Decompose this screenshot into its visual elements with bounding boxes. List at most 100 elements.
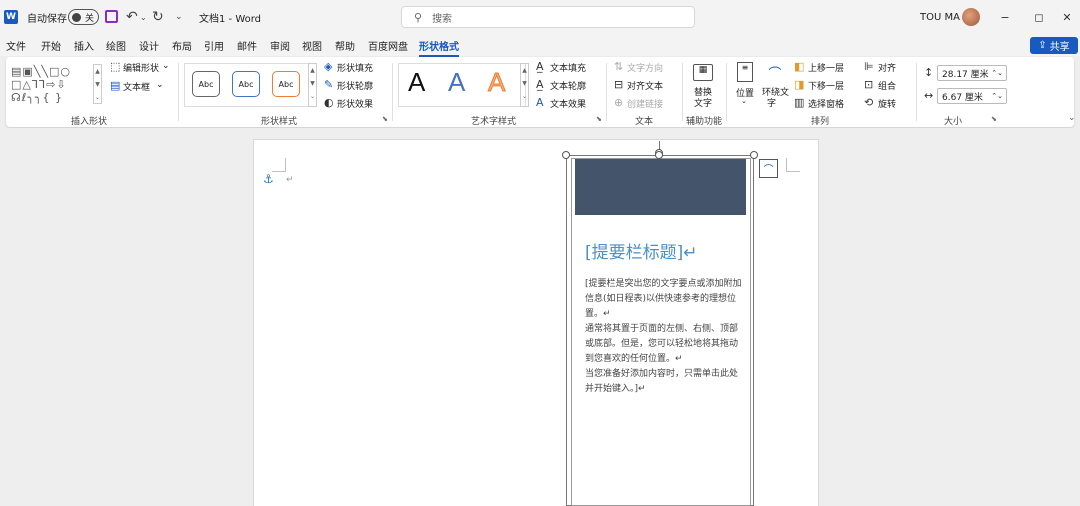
shape-outline-icon: ✎ <box>324 78 334 91</box>
wrap-text-icon: ⌒ <box>768 67 782 82</box>
text-box-button[interactable]: 文本框 <box>123 80 150 93</box>
separator <box>682 63 683 121</box>
text-effects-button[interactable]: 文本效果 <box>550 97 586 110</box>
group-label-size: 大小 <box>944 117 963 127</box>
avatar[interactable] <box>962 8 980 26</box>
app-letter: W <box>6 12 16 22</box>
separator <box>606 63 607 121</box>
tab-design[interactable]: 设计 <box>139 38 159 53</box>
align-button[interactable]: 对齐 <box>878 61 896 74</box>
resize-handle-top-left[interactable] <box>562 151 570 159</box>
paragraph-mark: ↵ <box>286 175 294 185</box>
position-icon: ≡ <box>737 62 753 82</box>
tab-references[interactable]: 引用 <box>204 38 224 53</box>
selection-pane-button[interactable]: 选择窗格 <box>808 97 844 110</box>
align-text-button[interactable]: 对齐文本 <box>627 79 663 92</box>
resize-handle-top-right[interactable] <box>750 151 758 159</box>
tab-view[interactable]: 视图 <box>302 38 322 53</box>
search-placeholder: 搜索 <box>432 13 453 25</box>
shape-fill-button[interactable]: 形状填充 <box>337 61 373 74</box>
tab-insert[interactable]: 插入 <box>74 38 94 53</box>
shape-row-2: □△⅂⅂⇨⇩ <box>11 78 67 91</box>
redo-icon[interactable]: ↻ <box>152 0 164 34</box>
sidebar-body[interactable]: [提要栏是突出您的文字要点或添加附加信息(如日程表)以供快速参考的理想位置。↵ … <box>585 277 745 397</box>
tab-mailings[interactable]: 邮件 <box>237 38 257 53</box>
toggle-knob <box>72 12 81 22</box>
text-outline-button[interactable]: 文本轮廓 <box>550 79 586 92</box>
align-text-icon: ⊟ <box>614 78 624 91</box>
close-button[interactable]: ✕ <box>1052 0 1080 34</box>
maximize-button[interactable]: ◻ <box>1024 0 1054 34</box>
wordart-style-1[interactable]: A <box>408 67 425 98</box>
shape-outline-button[interactable]: 形状轮廓 <box>337 79 373 92</box>
wordart-launcher-icon[interactable]: ⬊ <box>596 115 602 123</box>
resize-handle-top-center[interactable] <box>655 151 663 159</box>
group-label-text: 文本 <box>635 117 654 127</box>
shape-style-1[interactable]: Abc <box>192 71 220 97</box>
size-launcher-icon[interactable]: ⬊ <box>991 115 997 123</box>
layout-options-icon[interactable]: ⌒ <box>759 159 778 178</box>
tab-layout[interactable]: 布局 <box>172 38 192 53</box>
bring-forward-button[interactable]: 上移一层 <box>808 61 844 74</box>
shape-gallery-scroll[interactable]: ▲ ▼ ⌄ <box>93 64 102 104</box>
user-name[interactable]: TOU MA <box>920 0 960 34</box>
wrap-text-label-2[interactable]: 字 <box>767 96 776 109</box>
title-bar: W 自动保存 关 ↶ ⌄ ↻ ⌄ 文档1 - Word ⚲ 搜索 TOU MA … <box>0 0 1080 34</box>
shape-styles-launcher-icon[interactable]: ⬊ <box>382 115 388 123</box>
shape-height-input[interactable]: 28.17 厘米 ⌃⌄ <box>937 65 1007 81</box>
autosave-state: 关 <box>85 13 95 24</box>
tab-home[interactable]: 开始 <box>41 38 61 53</box>
position-dropdown-icon[interactable]: ⌄ <box>741 97 747 105</box>
tab-help[interactable]: 帮助 <box>335 38 355 53</box>
edit-shape-button[interactable]: 编辑形状 <box>123 61 159 74</box>
tab-shape-format[interactable]: 形状格式 <box>419 38 459 57</box>
tab-baidu-netdisk[interactable]: 百度网盘 <box>368 38 408 53</box>
undo-dropdown-icon[interactable]: ⌄ <box>140 0 147 34</box>
group-label-wordart: 艺术字样式 <box>471 117 517 127</box>
shape-style-3[interactable]: Abc <box>272 71 300 97</box>
text-effects-icon: A <box>536 96 544 109</box>
selection-pane-icon: ▥ <box>794 96 805 109</box>
shape-style-scroll[interactable]: ▲ ▼ ⌄ <box>308 63 317 107</box>
wordart-style-2[interactable]: A <box>448 67 465 98</box>
wordart-scroll[interactable]: ▲ ▼ ⌄ <box>520 63 529 107</box>
autosave-toggle[interactable]: 关 <box>68 9 99 25</box>
tab-review[interactable]: 审阅 <box>270 38 290 53</box>
sidebar-paragraph: [提要栏是突出您的文字要点或添加附加信息(如日程表)以供快速参考的理想位置。↵ <box>585 279 742 319</box>
search-input[interactable]: ⚲ 搜索 <box>401 6 695 28</box>
separator <box>178 63 179 121</box>
group-button[interactable]: 组合 <box>878 79 896 92</box>
text-box-icon: ▤ <box>110 79 121 92</box>
anchor-icon[interactable]: ⚓ <box>263 172 274 186</box>
alt-text-label-2[interactable]: 文字 <box>694 96 712 109</box>
height-spinner-icon[interactable]: ⌃⌄ <box>991 69 1003 77</box>
ribbon: ▤▣╲╲□○ □△⅂⅂⇨⇩ ☊ℓ╮╮{ } ▲ ▼ ⌄ ⬚ 编辑形状 ⌄ ▤ 文本框… <box>6 57 1076 127</box>
text-fill-button[interactable]: 文本填充 <box>550 61 586 74</box>
save-icon[interactable] <box>105 10 118 23</box>
wordart-style-3[interactable]: A <box>487 67 505 98</box>
share-button[interactable]: ⇪ 共享 <box>1030 37 1078 54</box>
send-backward-button[interactable]: 下移一层 <box>808 79 844 92</box>
minimize-button[interactable]: − <box>990 0 1020 34</box>
collapse-ribbon-icon[interactable]: ⌄ <box>1068 113 1076 123</box>
sidebar-title[interactable]: [提要栏标题]↵ <box>585 238 698 263</box>
shape-width-value: 6.67 厘米 <box>942 92 983 103</box>
width-spinner-icon[interactable]: ⌃⌄ <box>991 92 1003 100</box>
sidebar-paragraph: 当您准备好添加内容时，只需单击此处并开始键入。]↵ <box>585 369 739 394</box>
shape-width-icon: ↔ <box>924 89 934 102</box>
separator <box>726 63 727 121</box>
shape-style-2[interactable]: Abc <box>232 71 260 97</box>
undo-icon[interactable]: ↶ <box>126 0 138 34</box>
tab-draw[interactable]: 绘图 <box>106 38 126 53</box>
share-icon: ⇪ <box>1038 40 1047 51</box>
rotate-button[interactable]: 旋转 <box>878 97 896 110</box>
customize-qat-icon[interactable]: ⌄ <box>175 0 183 34</box>
document-title: 文档1 - Word <box>199 13 262 25</box>
edit-shape-dropdown-icon[interactable]: ⌄ <box>162 61 170 71</box>
tab-file[interactable]: 文件 <box>6 38 26 53</box>
group-label-accessibility: 辅助功能 <box>686 117 723 127</box>
text-box-dropdown-icon[interactable]: ⌄ <box>156 80 164 90</box>
shape-gallery[interactable]: ▤▣╲╲□○ □△⅂⅂⇨⇩ ☊ℓ╮╮{ } <box>11 65 99 105</box>
shape-width-input[interactable]: 6.67 厘米 ⌃⌄ <box>937 88 1007 104</box>
shape-effects-button[interactable]: 形状效果 <box>337 97 373 110</box>
